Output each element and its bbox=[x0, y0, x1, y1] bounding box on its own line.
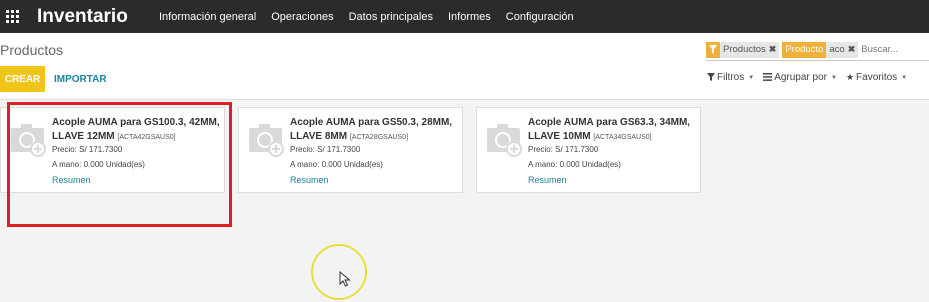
filter-icon bbox=[706, 41, 720, 58]
filter-icon bbox=[707, 72, 715, 83]
search-options: Filtros ▼ Agrupar por ▼ ★ Favoritos ▼ bbox=[707, 72, 916, 83]
caret-down-icon: ▼ bbox=[831, 74, 837, 81]
caret-down-icon: ▼ bbox=[748, 74, 755, 81]
product-card[interactable]: Acople AUMA para GS63.3, 34MM, LLAVE 10M… bbox=[476, 107, 701, 193]
product-price: Precio: S/ 171.7300 bbox=[528, 145, 599, 154]
list-icon bbox=[763, 72, 773, 83]
create-button[interactable]: CREAR bbox=[0, 66, 45, 92]
menu-item-datos-principales[interactable]: Datos principales bbox=[342, 11, 441, 23]
facet-value: aco ✖ bbox=[826, 41, 859, 58]
search-input[interactable] bbox=[861, 44, 922, 55]
menu-item-configuracion[interactable]: Configuración bbox=[499, 11, 582, 23]
favorites-dropdown[interactable]: ★ Favoritos ▼ bbox=[846, 72, 907, 83]
import-button[interactable]: IMPORTAR bbox=[54, 66, 107, 92]
groupby-dropdown[interactable]: Agrupar por ▼ bbox=[763, 72, 837, 83]
control-panel: Productos CREAR IMPORTAR Productos ✖ Prod… bbox=[0, 33, 929, 100]
product-stock: A mano: 0.000 Unidad(es) bbox=[290, 160, 383, 169]
product-code: [ACTA28GSAUS0] bbox=[349, 134, 409, 141]
highlight-box bbox=[7, 102, 232, 227]
menu-item-informes[interactable]: Informes bbox=[441, 11, 499, 23]
facet-label: Producto bbox=[782, 41, 827, 58]
main-menu: Información general Operaciones Datos pr… bbox=[152, 11, 582, 23]
mouse-cursor-icon bbox=[339, 271, 351, 287]
favorites-label: Favoritos bbox=[856, 72, 898, 83]
menu-item-operaciones[interactable]: Operaciones bbox=[264, 11, 341, 23]
product-card[interactable]: Acople AUMA para GS50.3, 28MM, LLAVE 8MM… bbox=[238, 107, 463, 193]
product-price: Precio: S/ 171.7300 bbox=[290, 145, 361, 154]
apps-grid-icon bbox=[5, 10, 19, 23]
groupby-label: Agrupar por bbox=[774, 72, 827, 83]
product-name[interactable]: Acople AUMA para GS63.3, 34MM, LLAVE 10M… bbox=[528, 116, 700, 145]
search-bar: Productos ✖ Producto aco ✖ bbox=[706, 39, 929, 61]
summary-link[interactable]: Resumen bbox=[528, 175, 567, 185]
filters-dropdown[interactable]: Filtros ▼ bbox=[707, 72, 754, 83]
filters-label: Filtros bbox=[717, 72, 745, 83]
summary-link[interactable]: Resumen bbox=[290, 175, 329, 185]
camera-placeholder-icon bbox=[487, 124, 522, 157]
star-icon: ★ bbox=[845, 72, 855, 82]
app-title: Inventario bbox=[37, 5, 128, 27]
product-name[interactable]: Acople AUMA para GS50.3, 28MM, LLAVE 8MM… bbox=[290, 116, 462, 145]
menu-item-informacion-general[interactable]: Información general bbox=[152, 11, 264, 23]
apps-menu-button[interactable] bbox=[0, 0, 24, 33]
page-title: Productos bbox=[0, 42, 64, 58]
caret-down-icon: ▼ bbox=[901, 74, 908, 81]
camera-placeholder-icon bbox=[249, 124, 284, 157]
remove-facet-icon[interactable]: ✖ bbox=[769, 44, 777, 55]
facet-value: Productos ✖ bbox=[720, 41, 780, 58]
product-code: [ACTA34GSAUS0] bbox=[593, 134, 652, 141]
top-navbar: Inventario Información general Operacion… bbox=[0, 0, 929, 33]
product-stock: A mano: 0.000 Unidad(es) bbox=[528, 160, 621, 169]
search-facet-filter[interactable]: Productos ✖ bbox=[706, 41, 780, 58]
remove-facet-icon[interactable]: ✖ bbox=[848, 44, 856, 55]
search-facet-product[interactable]: Producto aco ✖ bbox=[782, 41, 859, 58]
